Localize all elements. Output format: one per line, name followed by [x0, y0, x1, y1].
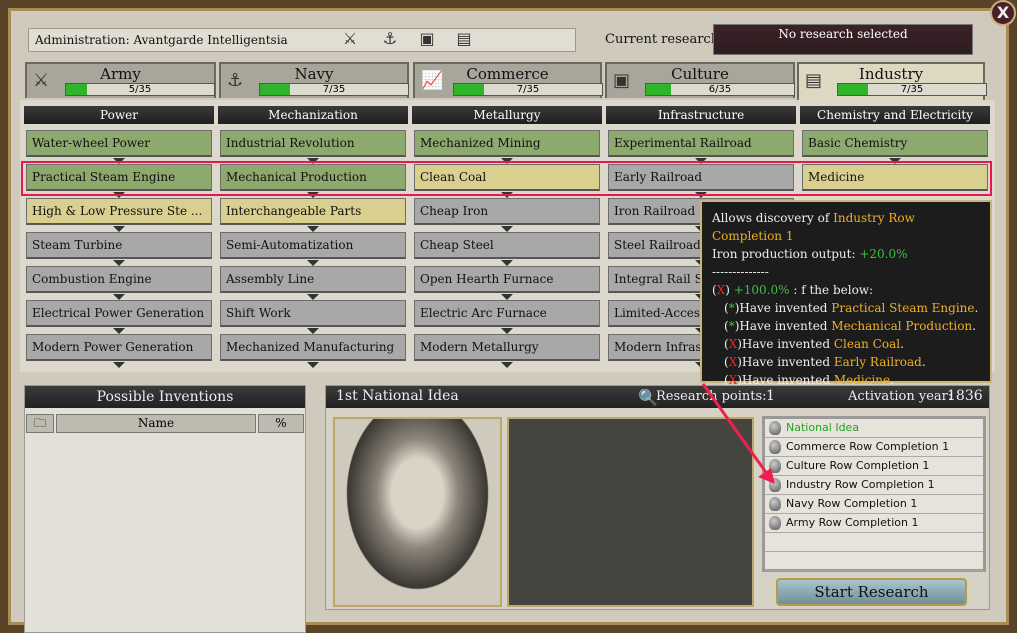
- annotation-arrow: [701, 383, 775, 484]
